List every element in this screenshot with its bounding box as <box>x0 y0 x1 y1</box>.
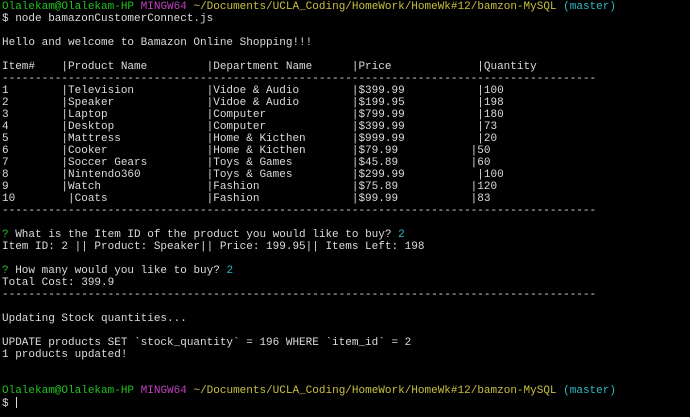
command-line: $ node bamazonCustomerConnect.js <box>2 13 690 25</box>
question-text: What is the Item ID of the product you w… <box>8 229 399 241</box>
table-row: 8 |Nintendo360 |Toys & Games |$299.99 |1… <box>2 169 504 181</box>
question-answer: 2 <box>398 229 405 241</box>
prompt-shell: MINGW64 <box>140 1 187 13</box>
updating-message: Updating Stock quantities... <box>2 313 187 325</box>
table-row: 3 |Laptop |Computer |$799.99 |180 <box>2 109 504 121</box>
table-row: 6 |Cooker |Home & Kicthen |$79.99 |50 <box>2 145 491 157</box>
prompt-branch: (master) <box>563 1 616 13</box>
question-item-id: ? What is the Item ID of the product you… <box>2 229 690 241</box>
table-row: 1 |Television |Vidoe & Audio |$399.99 |1… <box>2 85 504 97</box>
table-row: 7 |Soccer Gears |Toys & Games |$45.89 |6… <box>2 157 491 169</box>
table-row: 9 |Watch |Fashion |$75.89 |120 <box>2 181 498 193</box>
table-row: 4 |Desktop |Computer |$399.99 |73 <box>2 121 498 133</box>
table-row: 2 |Speaker |Vidoe & Audio |$199.95 |198 <box>2 97 504 109</box>
table-divider: ----------------------------------------… <box>2 205 597 217</box>
table-row: 10 |Coats |Fashion |$99.99 |83 <box>2 193 491 205</box>
question-quantity: ? How many would you like to buy? 2 <box>2 265 690 277</box>
shell-prompt: Olalekam@Olalekam-HP MINGW64 ~/Documents… <box>2 1 690 13</box>
question-answer: 2 <box>226 265 234 277</box>
question-text: How many would you like to buy? <box>8 265 227 277</box>
text-cursor <box>16 397 18 408</box>
prompt-path: ~/Documents/UCLA_Coding/HomeWork/HomeWk#… <box>193 1 557 13</box>
sql-statement: UPDATE products SET `stock_quantity` = 1… <box>2 337 412 349</box>
prompt-user-host: Olalekam@Olalekam-HP <box>2 385 135 397</box>
table-header: Item# |Product Name |Department Name |Pr… <box>2 61 537 73</box>
question-mark: ? <box>2 229 9 241</box>
table-divider: ----------------------------------------… <box>2 73 597 85</box>
input-line[interactable]: $ <box>2 397 690 409</box>
prompt-symbol: $ <box>2 398 16 409</box>
table-row: 5 |Mattress |Home & Kicthen |$999.99 |20 <box>2 133 498 145</box>
divider: ----------------------------------------… <box>2 289 597 301</box>
welcome-message: Hello and welcome to Bamazon Online Shop… <box>2 37 313 49</box>
total-cost: Total Cost: 399.9 <box>2 277 115 289</box>
update-result: 1 products updated! <box>2 349 128 361</box>
prompt-path: ~/Documents/UCLA_Coding/HomeWork/HomeWk#… <box>193 385 557 397</box>
prompt-user-host: Olalekam@Olalekam-HP <box>2 1 135 13</box>
command-text: node bamazonCustomerConnect.js <box>15 13 214 25</box>
prompt-shell: MINGW64 <box>140 385 187 397</box>
item-info: Item ID: 2 || Product: Speaker|| Price: … <box>2 241 425 253</box>
shell-prompt: Olalekam@Olalekam-HP MINGW64 ~/Documents… <box>2 385 690 397</box>
prompt-branch: (master) <box>563 385 616 397</box>
prompt-symbol: $ <box>2 13 16 25</box>
terminal-window[interactable]: Olalekam@Olalekam-HP MINGW64 ~/Documents… <box>0 0 690 417</box>
question-mark: ? <box>2 265 9 277</box>
